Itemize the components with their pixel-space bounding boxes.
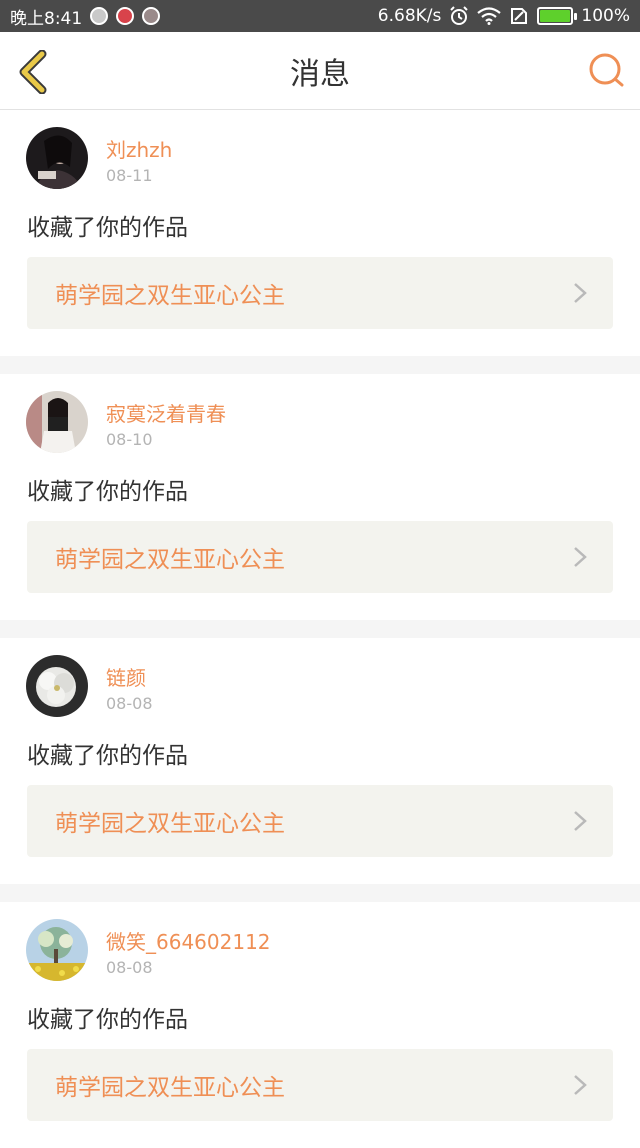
network-speed: 6.68K/s	[377, 6, 442, 26]
notification-photo-icon	[142, 7, 161, 25]
avatar[interactable]	[26, 655, 88, 717]
message-action: 收藏了你的作品	[27, 743, 188, 769]
work-link[interactable]: 萌学园之双生亚心公主	[27, 785, 613, 857]
status-bar: 晚上8:41 6.68K/s 100%	[0, 0, 640, 32]
work-link[interactable]: 萌学园之双生亚心公主	[27, 1049, 613, 1121]
chevron-right-icon	[573, 546, 587, 568]
notification-avatar-icon	[90, 7, 109, 25]
message-card: 微笑_664602112 08-08 收藏了你的作品 萌学园之双生亚心公主	[0, 902, 640, 1148]
username[interactable]: 刘zhzh	[106, 134, 172, 163]
chevron-right-icon	[573, 1074, 587, 1096]
message-action: 收藏了你的作品	[27, 1007, 188, 1033]
chevron-right-icon	[573, 282, 587, 304]
status-bar-left: 晚上8:41	[10, 4, 161, 29]
avatar[interactable]	[26, 919, 88, 981]
message-card: 链颜 08-08 收藏了你的作品 萌学园之双生亚心公主	[0, 638, 640, 884]
divider	[0, 620, 640, 638]
username[interactable]: 微笑_664602112	[106, 926, 271, 955]
username[interactable]: 寂寞泛着青春	[106, 398, 226, 427]
battery-icon	[537, 7, 578, 25]
notification-app-icon	[116, 7, 135, 25]
alarm-icon	[449, 6, 469, 26]
message-action: 收藏了你的作品	[27, 479, 188, 505]
divider	[0, 356, 640, 374]
username[interactable]: 链颜	[106, 662, 146, 691]
message-date: 08-11	[106, 166, 153, 185]
status-bar-right: 6.68K/s 100%	[378, 6, 630, 26]
avatar[interactable]	[26, 127, 88, 189]
avatar[interactable]	[26, 391, 88, 453]
message-card: 刘zhzh 08-11 收藏了你的作品 萌学园之双生亚心公主	[0, 110, 640, 356]
work-title: 萌学园之双生亚心公主	[55, 547, 285, 573]
status-time: 晚上8:41	[10, 8, 83, 29]
sim-icon	[509, 6, 529, 26]
message-date: 08-08	[106, 958, 153, 977]
work-title: 萌学园之双生亚心公主	[55, 811, 285, 837]
search-button[interactable]	[586, 50, 626, 90]
work-title: 萌学园之双生亚心公主	[55, 1075, 285, 1101]
message-list: 刘zhzh 08-11 收藏了你的作品 萌学园之双生亚心公主 寂寞泛着青春 08…	[0, 110, 640, 1148]
divider	[0, 884, 640, 902]
work-link[interactable]: 萌学园之双生亚心公主	[27, 521, 613, 593]
work-title: 萌学园之双生亚心公主	[55, 283, 285, 309]
battery-level: 100%	[581, 6, 630, 26]
message-action: 收藏了你的作品	[27, 215, 188, 241]
search-icon	[589, 53, 624, 87]
message-date: 08-10	[106, 430, 153, 449]
chevron-right-icon	[573, 810, 587, 832]
wifi-icon	[477, 7, 502, 25]
app-bar: 消息	[0, 32, 640, 110]
message-card: 寂寞泛着青春 08-10 收藏了你的作品 萌学园之双生亚心公主	[0, 374, 640, 620]
work-link[interactable]: 萌学园之双生亚心公主	[27, 257, 613, 329]
page-title: 消息	[290, 57, 350, 92]
message-date: 08-08	[106, 694, 153, 713]
